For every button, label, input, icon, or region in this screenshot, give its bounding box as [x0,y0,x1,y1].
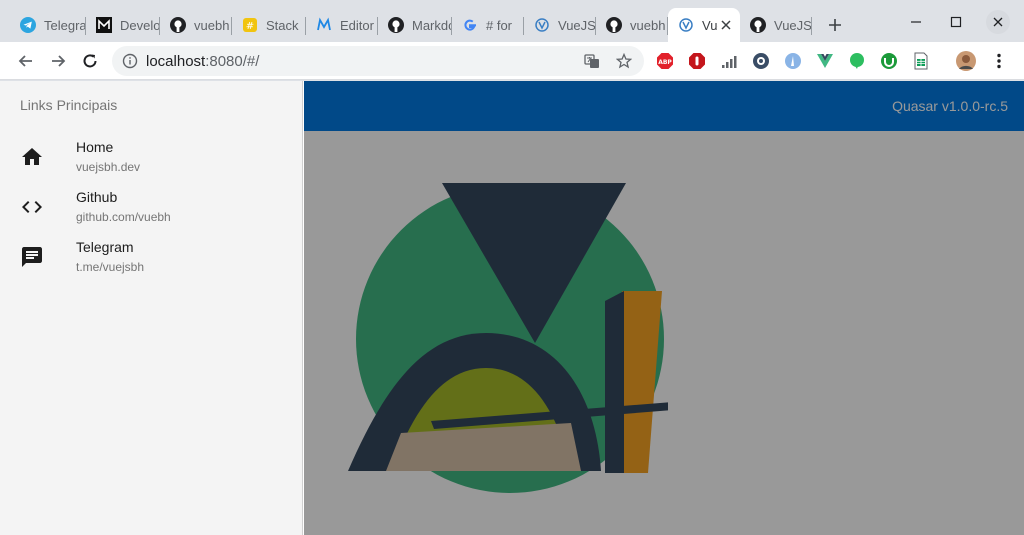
drawer-link-caption: t.me/vuejsbh [76,260,145,274]
close-tab-icon[interactable] [718,17,734,33]
vue-devtools-icon[interactable] [816,52,834,70]
home-icon [20,145,44,169]
close-window-button[interactable] [986,10,1010,34]
new-tab-button[interactable] [824,14,846,36]
info-icon[interactable] [122,53,138,69]
github-icon [750,17,766,33]
utorrent-icon[interactable] [880,52,898,70]
tab-vuejs-github[interactable]: VueJS [740,8,812,42]
drawer-link-caption: github.com/vuebh [76,210,171,224]
drawer-link-title: Github [76,189,118,205]
tab-vuebh-github[interactable]: vuebh [160,8,232,42]
drawer-link-title: Telegram [76,239,134,255]
back-button[interactable] [14,49,38,73]
tab-telegram[interactable]: Telegram [10,8,86,42]
tab-markdown-github[interactable]: Markdown [378,8,452,42]
page-viewport: Links Principais Home vuejsbh.dev Github… [0,81,1024,535]
tab-vuejs[interactable]: VueJS [524,8,596,42]
drawer-link-title: Home [76,139,114,155]
drawer-link-github[interactable]: Github github.com/vuebh [0,185,303,235]
github-icon [170,17,186,33]
profile-avatar[interactable] [956,51,976,71]
drawer-backdrop-overlay[interactable] [304,81,1024,535]
drawer-header: Links Principais [20,97,118,113]
signal-icon[interactable] [720,52,738,70]
tab-editor[interactable]: Editor [306,8,378,42]
github-icon [388,17,404,33]
forward-button[interactable] [46,49,70,73]
tab-stackedit[interactable]: # Stack [232,8,306,42]
stop-icon[interactable] [688,52,706,70]
reload-button[interactable] [78,49,102,73]
vuejs-icon [534,17,550,33]
ghostery-icon[interactable] [752,52,770,70]
left-drawer: Links Principais Home vuejsbh.dev Github… [0,81,303,535]
tab-google-search[interactable]: # for [452,8,524,42]
sheets-icon[interactable] [912,52,930,70]
translate-icon[interactable] [584,53,600,69]
markdown-editor-icon [316,17,332,33]
bookmark-star-icon[interactable] [616,53,632,69]
svg-text:ABP: ABP [658,59,672,66]
google-icon [462,17,478,33]
chat-icon [20,245,44,269]
cursor-icon[interactable] [784,52,802,70]
drawer-link-home[interactable]: Home vuejsbh.dev [0,135,303,185]
evernote-icon[interactable] [848,52,866,70]
github-icon [606,17,622,33]
adblock-plus-icon[interactable]: ABP [656,52,674,70]
tab-strip: Telegram Developer vuebh # Stack Editor [0,0,1024,42]
stackedit-icon: # [242,17,258,33]
medium-icon [96,17,112,33]
tab-vuebh-github-2[interactable]: vuebh [596,8,668,42]
url-path: :8080/#/ [205,52,260,70]
url-host: localhost [146,52,206,70]
tab-vuejs-active[interactable]: VueJS [668,8,740,42]
minimize-button[interactable] [904,10,928,34]
tab-developer[interactable]: Developer [86,8,160,42]
svg-text:#: # [246,21,254,32]
telegram-icon [20,17,36,33]
drawer-link-telegram[interactable]: Telegram t.me/vuejsbh [0,235,303,285]
maximize-button[interactable] [944,10,968,34]
chrome-menu-icon[interactable] [990,52,1008,70]
vuejs-icon [678,17,694,33]
address-bar[interactable]: localhost:8080/#/ [112,46,644,76]
code-icon [20,195,44,219]
drawer-link-caption: vuejsbh.dev [76,160,141,174]
browser-toolbar: localhost:8080/#/ ABP [0,42,1024,80]
